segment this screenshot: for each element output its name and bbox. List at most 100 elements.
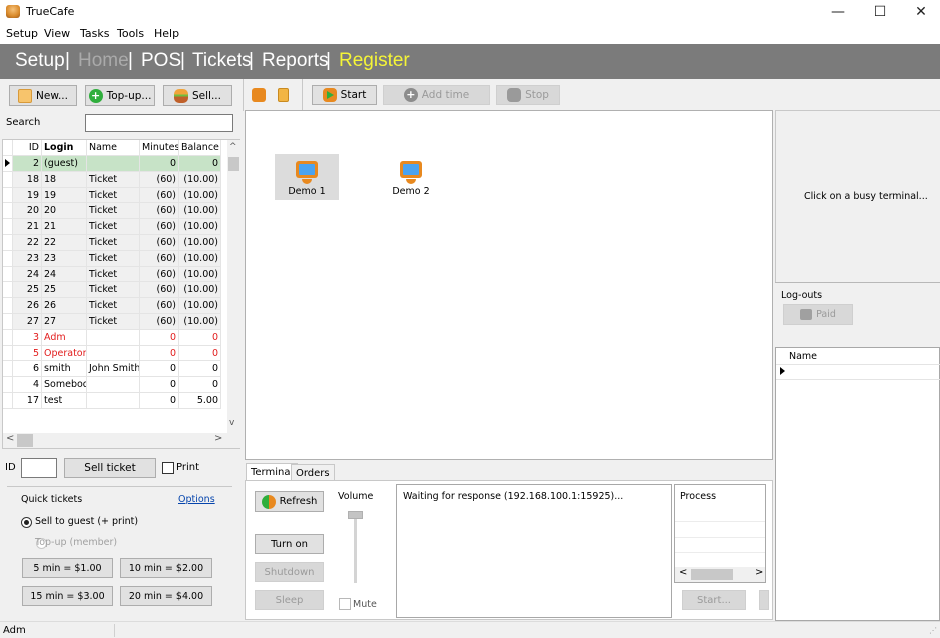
cell-id: 22 [13, 235, 42, 251]
cell-id: 23 [13, 250, 42, 267]
shutdown-label: Shutdown [264, 566, 315, 578]
quick-ticket-15min-button[interactable]: 15 min = $3.00 [22, 586, 113, 606]
sleep-button[interactable]: Sleep [255, 590, 324, 610]
name-column-header: Name [789, 351, 818, 362]
sell-button[interactable]: Sell... [163, 85, 232, 106]
horizontal-scrollbar[interactable]: < > [3, 433, 240, 448]
nav-pos[interactable]: POS [141, 50, 181, 72]
cell-id: 19 [13, 187, 42, 204]
sell-ticket-button[interactable]: Sell ticket [64, 458, 156, 478]
stop-button[interactable]: Stop [496, 85, 560, 105]
cash-register-icon [800, 309, 813, 320]
terminal-demo-1[interactable]: Demo 1 [275, 154, 339, 200]
maximize-button[interactable]: ☐ [872, 4, 888, 20]
start-play-icon [322, 88, 337, 102]
extra-process-button[interactable] [759, 590, 769, 610]
nav-setup[interactable]: Setup [15, 50, 65, 72]
cell-name: Ticket [87, 235, 140, 251]
table-row[interactable]: 20 20 Ticket (60) (10.00) [3, 203, 225, 220]
scroll-left-icon[interactable]: < [679, 567, 687, 578]
quick-ticket-5min-button[interactable]: 5 min = $1.00 [22, 558, 113, 578]
cell-minutes: 0 [140, 393, 179, 409]
resize-grip-icon[interactable]: ⋰ [929, 626, 937, 635]
table-row[interactable]: 18 18 Ticket (60) (10.00) [3, 171, 225, 188]
topup-button[interactable]: + Top-up... [85, 85, 155, 106]
nav-reports[interactable]: Reports [262, 50, 329, 72]
refresh-button[interactable]: Refresh [255, 491, 324, 512]
column-header-balance[interactable]: Balance [179, 140, 221, 156]
cell-balance: 0 [179, 361, 221, 378]
volume-track[interactable] [354, 513, 357, 583]
cell-minutes: 0 [140, 329, 179, 346]
table-row[interactable]: 25 25 Ticket (60) (10.00) [3, 282, 225, 299]
start-session-button[interactable]: Start [312, 85, 377, 105]
start-process-button[interactable]: Start... [682, 590, 746, 610]
mute-checkbox[interactable] [339, 598, 351, 610]
add-time-button[interactable]: + Add time [383, 85, 490, 105]
cell-id: 4 [13, 377, 42, 393]
clipboard-icon[interactable] [278, 88, 289, 102]
scroll-right-icon[interactable]: > [755, 567, 763, 578]
scroll-right-icon[interactable]: > [214, 433, 222, 444]
hscroll-thumb[interactable] [17, 434, 33, 447]
process-hscrollbar[interactable]: < > [675, 567, 765, 582]
menu-tools[interactable]: Tools [117, 27, 144, 40]
scroll-up-icon[interactable]: ^ [229, 142, 237, 152]
close-button[interactable]: ✕ [913, 4, 929, 20]
table-row[interactable]: 2 (guest) 0 0 [3, 156, 225, 172]
print-checkbox[interactable] [162, 462, 174, 474]
swap-terminal-icon[interactable] [252, 88, 266, 102]
cell-name: Ticket [87, 266, 140, 283]
nav-register[interactable]: Register [339, 50, 410, 72]
minimize-button[interactable]: — [830, 4, 846, 20]
column-header-id[interactable]: ID [13, 140, 42, 156]
paid-button[interactable]: Paid [783, 304, 853, 325]
sell-to-guest-radio[interactable] [21, 517, 32, 528]
table-row[interactable]: 19 19 Ticket (60) (10.00) [3, 187, 225, 204]
nav-home[interactable]: Home [78, 50, 129, 72]
menu-setup[interactable]: Setup [6, 27, 38, 40]
search-input[interactable] [85, 114, 233, 132]
cell-minutes: (60) [140, 171, 179, 188]
scroll-thumb[interactable] [228, 157, 239, 171]
table-row[interactable]: 17 test 0 5.00 [3, 393, 225, 409]
hscroll-thumb[interactable] [691, 569, 733, 580]
table-row[interactable]: 6 smith John Smith 0 0 [3, 361, 225, 378]
table-row[interactable]: 23 23 Ticket (60) (10.00) [3, 250, 225, 267]
table-row[interactable]: 5 Operator 0 0 [3, 345, 225, 362]
vertical-scrollbar[interactable]: ^ v [227, 140, 240, 433]
volume-slider-thumb[interactable] [348, 511, 363, 519]
table-row[interactable]: 21 21 Ticket (60) (10.00) [3, 219, 225, 235]
table-row[interactable]: 22 22 Ticket (60) (10.00) [3, 235, 225, 251]
table-row[interactable]: 24 24 Ticket (60) (10.00) [3, 266, 225, 283]
ticket-id-input[interactable] [21, 458, 57, 478]
cell-minutes: (60) [140, 298, 179, 314]
turn-on-button[interactable]: Turn on [255, 534, 324, 554]
menu-tasks[interactable]: Tasks [80, 27, 109, 40]
column-header-name[interactable]: Name [87, 140, 140, 156]
topup-member-label: Top-up (member) [35, 537, 118, 548]
column-header-minutes[interactable]: Minutes [140, 140, 179, 156]
section-nav: Setup | Home | POS | Tickets | Reports |… [0, 44, 940, 79]
shutdown-button[interactable]: Shutdown [255, 562, 324, 582]
turn-on-label: Turn on [271, 538, 308, 550]
app-logo-icon [6, 5, 20, 18]
topup-label: Top-up... [106, 89, 152, 102]
table-row[interactable]: 26 26 Ticket (60) (10.00) [3, 298, 225, 314]
table-row[interactable]: 3 Adm 0 0 [3, 329, 225, 346]
scroll-left-icon[interactable]: < [6, 433, 14, 444]
scroll-down-icon[interactable]: v [229, 418, 234, 428]
table-row[interactable]: 27 27 Ticket (60) (10.00) [3, 314, 225, 330]
quick-ticket-10min-button[interactable]: 10 min = $2.00 [120, 558, 212, 578]
table-row[interactable]: 4Somebody 00 [3, 377, 225, 393]
column-header-login[interactable]: Login [42, 140, 87, 156]
quick-ticket-20min-button[interactable]: 20 min = $4.00 [120, 586, 212, 606]
cell-name [87, 393, 140, 409]
cell-minutes: (60) [140, 250, 179, 267]
menu-help[interactable]: Help [154, 27, 179, 40]
terminal-demo-2[interactable]: Demo 2 [379, 154, 443, 200]
new-account-button[interactable]: New... [9, 85, 77, 106]
menu-view[interactable]: View [44, 27, 70, 40]
options-link[interactable]: Options [178, 494, 215, 505]
nav-tickets[interactable]: Tickets [192, 50, 251, 72]
